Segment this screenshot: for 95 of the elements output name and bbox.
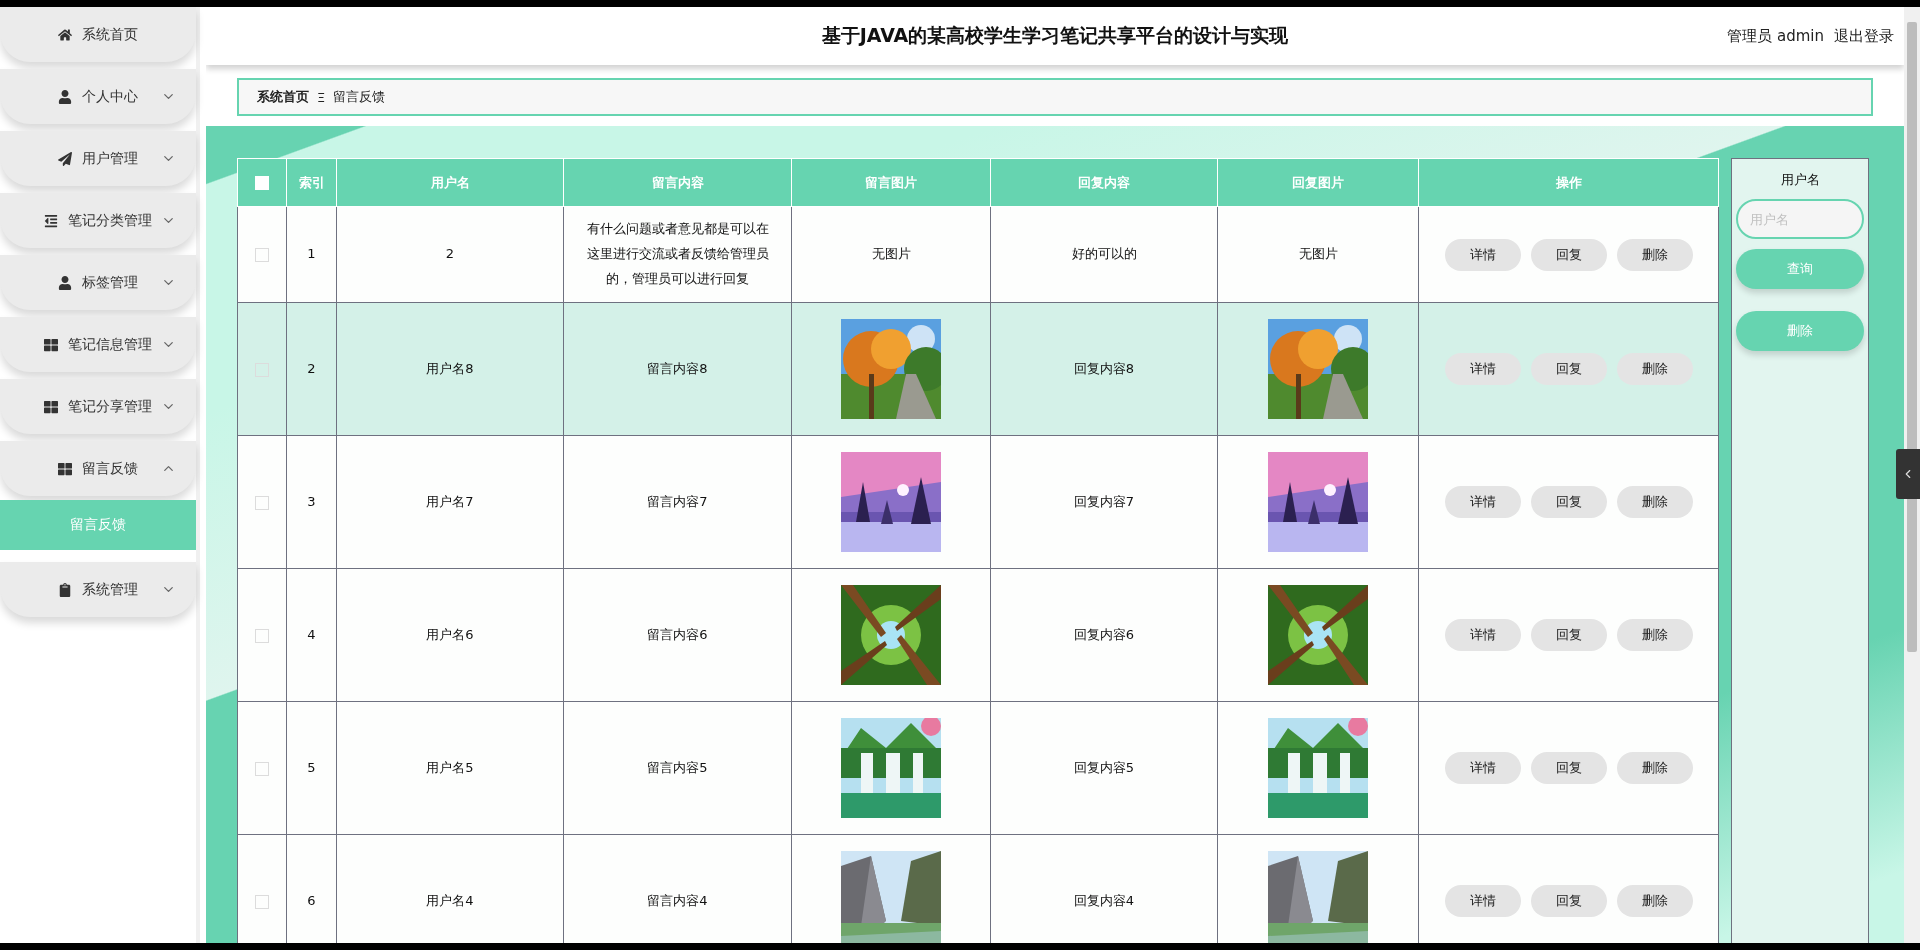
sidebar-label: 个人中心 (82, 87, 138, 106)
table-cell: 4 (286, 568, 337, 702)
clipboard-icon (58, 582, 72, 597)
table-cell: 用户名8 (336, 302, 564, 436)
sidebar-label: 系统首页 (82, 25, 138, 44)
table-cell: 留言内容6 (563, 568, 792, 702)
action-button[interactable]: 删除 (1616, 619, 1693, 651)
sidebar-item[interactable]: 系统首页 (0, 7, 196, 62)
action-button[interactable]: 删除 (1616, 238, 1693, 271)
table-cell: 回复内容6 (990, 568, 1218, 702)
sidebar-item[interactable]: 系统管理 (0, 562, 196, 617)
sidebar-label: 笔记分享管理 (68, 397, 152, 416)
user-icon (58, 275, 72, 290)
row-checkbox[interactable] (255, 495, 269, 510)
page-title: 基于JAVA的某高校学生学习笔记共享平台的设计与实现 (821, 23, 1289, 48)
table-cell: 用户名5 (336, 701, 564, 835)
grid-icon (44, 399, 58, 414)
action-button[interactable]: 详情 (1444, 486, 1521, 518)
sidebar-item[interactable]: 用户管理 (0, 131, 196, 186)
table-cell: 回复内容8 (990, 302, 1218, 436)
breadcrumb-item[interactable]: 系统首页 (257, 88, 309, 106)
table-cell: 无图片 (791, 206, 991, 303)
table-cell: 用户名7 (336, 435, 564, 569)
sidebar-item[interactable]: 标签管理 (0, 255, 196, 310)
table-row[interactable]: 6 用户名4 留言内容4 回复内容4 详情 回复 删除 (237, 834, 1719, 943)
sidebar-label: 标签管理 (82, 273, 138, 292)
logout-link[interactable]: 退出登录 (1834, 26, 1894, 46)
scrollbar[interactable] (1904, 7, 1920, 943)
table-cell: 有什么问题或者意见都是可以在这里进行交流或者反馈给管理员的，管理员可以进行回复 (563, 206, 792, 303)
table-cell: 好的可以的 (990, 206, 1218, 303)
sidebar-label: 笔记信息管理 (68, 335, 152, 354)
collapse-handle[interactable] (1896, 449, 1920, 499)
row-checkbox[interactable] (255, 628, 269, 643)
sidebar-item[interactable]: 笔记分类管理 (0, 193, 196, 248)
column-header: 留言图片 (791, 158, 991, 207)
action-button[interactable]: 回复 (1530, 885, 1607, 917)
sidebar-label: 留言反馈 (82, 459, 138, 478)
action-button[interactable]: 删除 (1616, 752, 1693, 784)
table-cell: 回复内容5 (990, 701, 1218, 835)
table-cell: 留言内容5 (563, 701, 792, 835)
action-button[interactable]: 删除 (1616, 885, 1693, 917)
breadcrumb-item: 留言反馈 (333, 88, 386, 106)
sidebar-label: 系统管理 (82, 580, 138, 599)
table-cell: 3 (286, 435, 337, 569)
paper-plane-icon (58, 151, 72, 166)
select-all-checkbox[interactable] (255, 176, 269, 191)
user-icon (58, 89, 72, 104)
action-button[interactable]: 详情 (1444, 619, 1521, 651)
table-cell: 留言内容8 (563, 302, 792, 436)
home-icon (58, 27, 72, 42)
action-button[interactable]: 详情 (1444, 752, 1521, 784)
table-row[interactable]: 4 用户名6 留言内容6 回复内容6 详情 回复 删除 (237, 568, 1719, 702)
sidebar-label: 笔记分类管理 (68, 211, 152, 230)
sidebar-label: 用户管理 (82, 149, 138, 168)
table-cell: 1 (286, 206, 337, 303)
table-cell: 5 (286, 701, 337, 835)
column-header: 用户名 (336, 158, 564, 207)
table-cell: 无图片 (1217, 206, 1419, 303)
row-checkbox[interactable] (255, 761, 269, 776)
sidebar-item[interactable]: 留言反馈 (0, 441, 196, 496)
action-button[interactable]: 详情 (1444, 353, 1521, 385)
action-button[interactable]: 回复 (1530, 752, 1607, 784)
sidebar-item[interactable]: 笔记信息管理 (0, 317, 196, 372)
row-checkbox[interactable] (255, 894, 269, 909)
table-cell: 回复内容7 (990, 435, 1218, 569)
table-cell: 2 (336, 206, 564, 303)
action-button[interactable]: 删除 (1616, 353, 1693, 385)
table-row[interactable]: 5 用户名5 留言内容5 回复内容5 详情 回复 删除 (237, 701, 1719, 835)
action-button[interactable]: 回复 (1530, 619, 1607, 651)
column-header: 回复图片 (1217, 158, 1419, 207)
table-cell: 2 (286, 302, 337, 436)
grid-icon (58, 461, 72, 476)
action-button[interactable]: 详情 (1444, 885, 1521, 917)
list-icon (44, 213, 58, 228)
table-row[interactable]: 2 用户名8 留言内容8 回复内容8 详情 回复 删除 (237, 302, 1719, 436)
column-header: 留言内容 (563, 158, 792, 207)
sidebar-item[interactable]: 笔记分享管理 (0, 379, 196, 434)
field-label: 用户名 (1780, 171, 1820, 189)
action-button[interactable]: 详情 (1444, 238, 1521, 271)
table-cell: 用户名6 (336, 568, 564, 702)
column-header: 操作 (1418, 158, 1719, 207)
column-header: 索引 (286, 158, 337, 207)
table-cell: 留言内容7 (563, 435, 792, 569)
table-row[interactable]: 3 用户名7 留言内容7 回复内容7 详情 回复 删除 (237, 435, 1719, 569)
action-button[interactable]: 回复 (1530, 486, 1607, 518)
sidebar-item[interactable]: 个人中心 (0, 69, 196, 124)
row-checkbox[interactable] (255, 248, 269, 263)
action-button[interactable]: 删除 (1616, 486, 1693, 518)
table-row[interactable]: 1 2 有什么问题或者意见都是可以在这里进行交流或者反馈给管理员的，管理员可以进行回复 无图片 好的可以的 无图片 详情 回复 删除 (237, 206, 1719, 303)
column-header: 回复内容 (990, 158, 1218, 207)
grid-icon (44, 337, 58, 352)
action-button[interactable]: 回复 (1530, 238, 1607, 271)
user-label: 管理员 admin (1727, 26, 1824, 46)
breadcrumb-separator: Ξ (317, 89, 326, 105)
action-button[interactable]: 回复 (1530, 353, 1607, 385)
